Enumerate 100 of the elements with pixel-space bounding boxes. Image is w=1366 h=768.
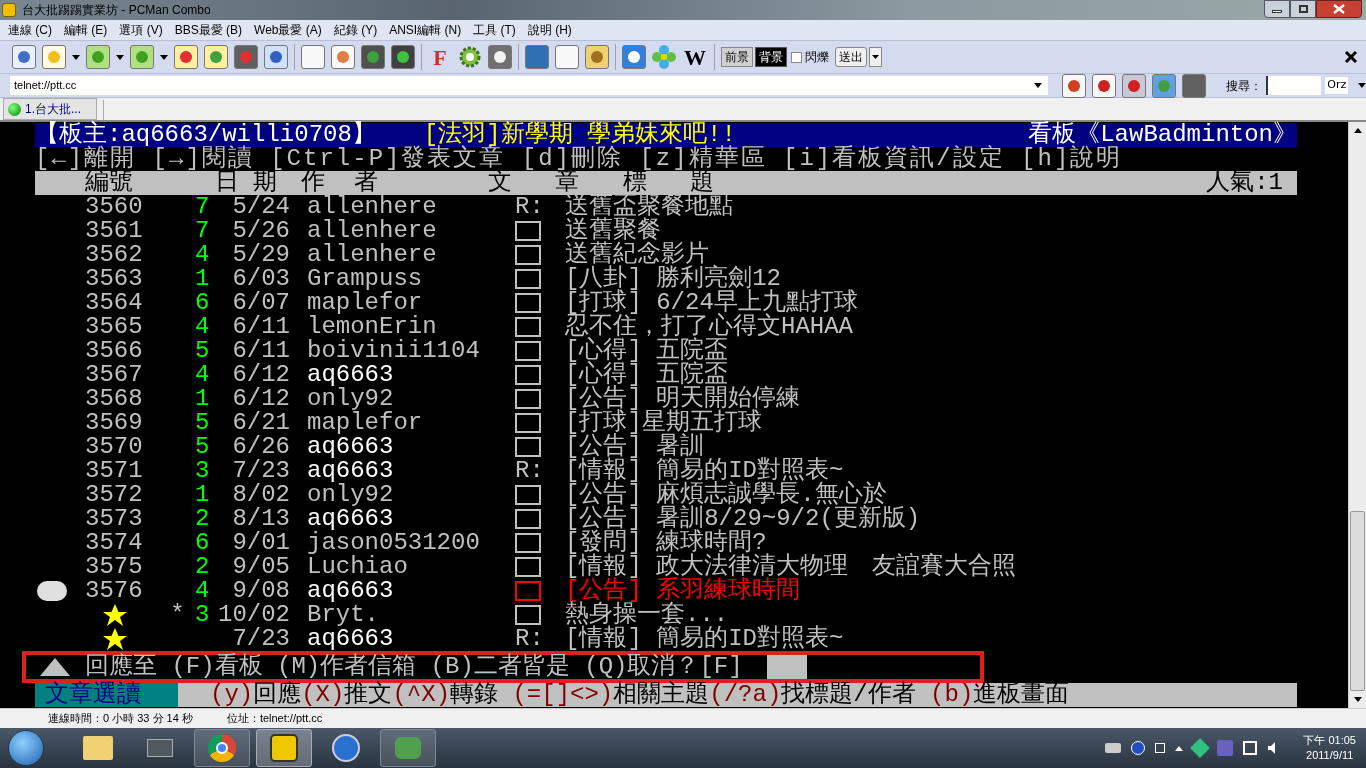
post-author: allenhere (307, 193, 437, 220)
push-count: 5 (195, 409, 210, 436)
post-date: 10/02 (218, 603, 290, 627)
column-header: 日 期 (215, 171, 278, 195)
post-author: Luchiao (307, 553, 408, 580)
post-date: 5/29 (232, 243, 290, 267)
post-number: 3560 (85, 195, 143, 219)
post-number: 3562 (85, 243, 143, 267)
push-count: 6 (195, 529, 210, 556)
wiki-button[interactable]: W (682, 45, 708, 69)
push-count: 4 (195, 361, 210, 388)
caret-icon[interactable] (116, 54, 124, 60)
push-count: 3 (195, 601, 210, 628)
color-button[interactable]: 背景 (755, 47, 787, 67)
post-author: lemonErin (307, 313, 437, 340)
post-number: 3566 (85, 339, 143, 363)
menu-item[interactable]: 選項 (V) (113, 21, 169, 39)
caret-icon[interactable] (72, 54, 80, 60)
post-author: boivinii1104 (307, 337, 480, 364)
post-author: aq6663 (307, 505, 394, 532)
blink-checkbox[interactable] (791, 51, 802, 63)
menu-item[interactable]: BBS最愛 (B) (168, 21, 249, 39)
post-number: 3573 (85, 507, 143, 531)
post-date: 6/03 (232, 267, 290, 291)
caret-icon[interactable] (872, 55, 879, 59)
post-number: 3564 (85, 291, 143, 315)
browser-icon[interactable] (194, 729, 250, 767)
post-number: 3570 (85, 435, 143, 459)
post-title[interactable]: [情報] 簡易的ID對照表~ (565, 627, 844, 651)
post-date: 9/05 (232, 555, 290, 579)
address-field[interactable]: telnet://ptt.cc (10, 76, 1049, 95)
gear-icon[interactable] (458, 45, 482, 69)
post-date: 6/11 (232, 315, 290, 339)
post-date: 9/01 (232, 531, 290, 555)
search-label: 搜尋： (1226, 77, 1263, 95)
flag-label: * (170, 603, 185, 627)
post-number: 3574 (85, 531, 143, 555)
post-author: only92 (307, 481, 394, 508)
clock-date[interactable]: 2011/9/11 (1306, 748, 1354, 763)
reply-mark: R: (515, 627, 544, 651)
post-date: 6/07 (232, 291, 290, 315)
close-icon[interactable] (1344, 50, 1358, 64)
maximize-button[interactable] (1290, 0, 1316, 18)
input-field[interactable] (766, 655, 807, 679)
tab[interactable]: 1.台大批... (3, 98, 97, 120)
push-count: 5 (195, 433, 210, 460)
send-button[interactable]: 送出 (835, 47, 867, 67)
post-author: maplefor (307, 409, 423, 436)
search-engine-dropdown[interactable]: Orz (1325, 77, 1349, 94)
scroll-up-icon[interactable] (1353, 128, 1362, 133)
post-number: 3576 (85, 579, 143, 603)
push-count: 7 (195, 193, 210, 220)
post-number: 3563 (85, 267, 143, 291)
push-count: 7 (195, 217, 210, 244)
menu-item[interactable]: 工具 (T) (467, 21, 522, 39)
search-field[interactable] (1266, 76, 1322, 95)
window-title: 台大批踢踢實業坊 - PCMan Combo (22, 2, 211, 19)
post-date: 5/24 (232, 195, 290, 219)
menu-item[interactable]: Web最愛 (A) (248, 21, 328, 39)
push-count: 5 (195, 337, 210, 364)
post-author: Grampuss (307, 265, 423, 292)
start-button[interactable] (8, 730, 44, 766)
up-arrow-icon[interactable] (1175, 745, 1184, 751)
post-author: aq6663 (307, 433, 394, 460)
scrollbar[interactable] (1348, 122, 1366, 708)
minimize-button[interactable] (1264, 0, 1290, 18)
scrollbar-thumb[interactable] (1350, 511, 1365, 691)
post-date: 6/21 (232, 411, 290, 435)
color-button[interactable]: 前景 (721, 47, 753, 67)
post-number: 3569 (85, 411, 143, 435)
post-date: 5/26 (232, 219, 290, 243)
menu-item[interactable]: 說明 (H) (521, 21, 578, 39)
send-dropdown-button[interactable] (869, 47, 882, 67)
menu-item[interactable]: 紀錄 (Y) (327, 21, 384, 39)
post-author: Bryt. (307, 601, 379, 628)
menu-item[interactable]: 編輯 (E) (58, 21, 114, 39)
clock-time[interactable]: 下午 01:05 (1303, 733, 1356, 748)
scroll-down-icon[interactable] (1353, 697, 1362, 702)
post-number: 3561 (85, 219, 143, 243)
connection-time: 連線時間：0 小時 33 分 14 秒 (48, 711, 193, 727)
push-count: 2 (195, 553, 210, 580)
font-button[interactable]: F (428, 45, 452, 69)
post-number: 3572 (85, 483, 143, 507)
menu-item[interactable]: ANSI編輯 (N) (383, 21, 468, 39)
menu-item[interactable]: 連線 (C) (2, 21, 58, 39)
caret-icon[interactable] (1034, 83, 1043, 88)
post-author: allenhere (307, 241, 437, 268)
checkbox-label: 閃爍 (805, 49, 829, 66)
post-author: allenhere (307, 217, 437, 244)
caret-icon[interactable] (1358, 83, 1366, 88)
push-count: 1 (195, 385, 210, 412)
close-button[interactable] (1316, 0, 1362, 18)
post-date: 6/12 (232, 363, 290, 387)
column-header: 編號 (85, 171, 133, 195)
post-author: aq6663 (307, 361, 394, 388)
caret-icon[interactable] (160, 54, 168, 60)
push-count: 1 (195, 265, 210, 292)
push-count: 4 (195, 313, 210, 340)
post-author: maplefor (307, 289, 423, 316)
post-author: jason0531200 (307, 529, 480, 556)
